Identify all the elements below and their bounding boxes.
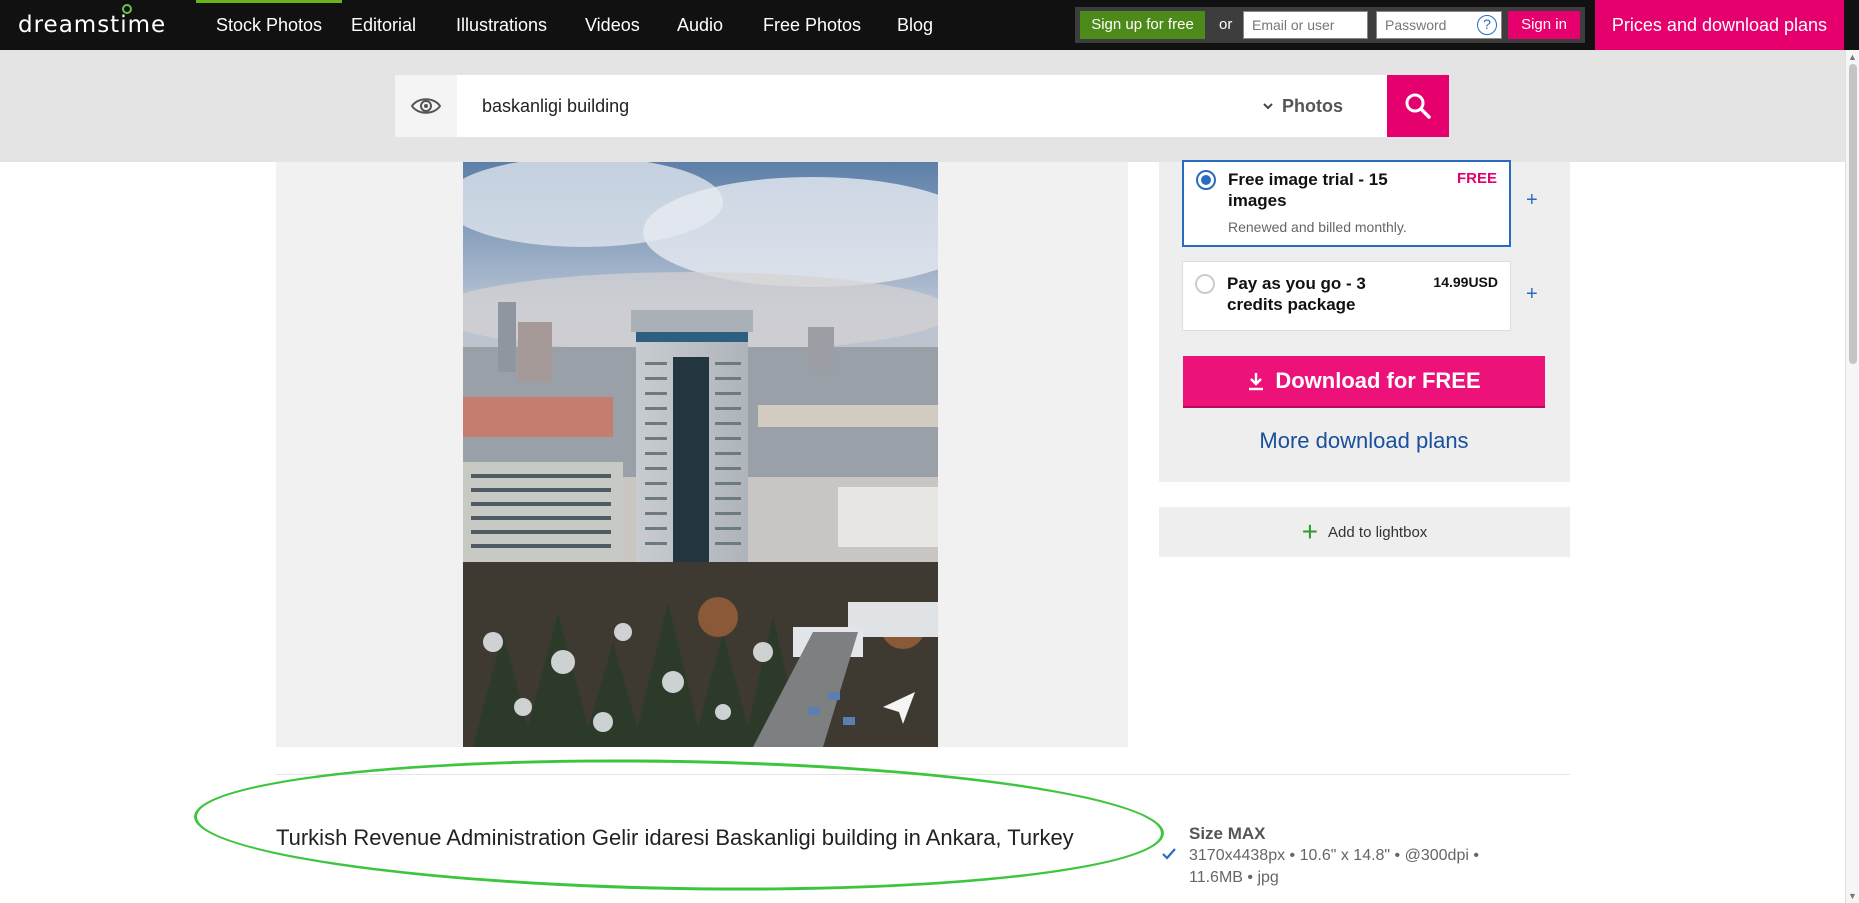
page: dreamstime Stock Photos Editorial Illust… — [0, 0, 1859, 903]
prices-plans-button[interactable]: Prices and download plans — [1595, 0, 1844, 50]
search-input[interactable] — [457, 75, 1389, 137]
help-icon[interactable]: ? — [1477, 15, 1497, 35]
email-input[interactable] — [1243, 11, 1368, 39]
plan-free-trial-radio[interactable] — [1196, 170, 1216, 190]
size-label: Size MAX — [1189, 824, 1266, 843]
plan-free-trial-title: Free image trial - 15 images — [1228, 170, 1388, 210]
plan-free-trial-plus-icon[interactable]: + — [1526, 189, 1538, 212]
eye-icon[interactable] — [395, 75, 457, 137]
nav-blog[interactable]: Blog — [877, 0, 953, 50]
plan-free-trial[interactable]: Free image trial - 15 images Renewed and… — [1182, 160, 1511, 247]
search-button[interactable] — [1387, 75, 1449, 137]
plan-pay-as-you-go-plus-icon[interactable]: + — [1526, 283, 1538, 306]
search-type-dropdown[interactable]: Photos — [1262, 75, 1343, 137]
scroll-down-icon[interactable]: ▼ — [1848, 891, 1857, 901]
nav-videos[interactable]: Videos — [565, 0, 660, 50]
size-details: 3170x4438px • 10.6" x 14.8" • @300dpi • … — [1189, 847, 1479, 886]
photo-title: Turkish Revenue Administration Gelir ida… — [276, 825, 1074, 850]
nav-illustrations[interactable]: Illustrations — [436, 0, 567, 50]
plan-pay-as-you-go-title: Pay as you go - 3 credits package — [1227, 274, 1366, 314]
search-icon — [1405, 93, 1431, 119]
plan-free-trial-subtitle: Renewed and billed monthly. — [1228, 219, 1407, 235]
nav-free-photos[interactable]: Free Photos — [743, 0, 881, 50]
search-type-label: Photos — [1282, 96, 1343, 116]
logo-swirl-icon — [122, 4, 132, 14]
check-icon — [1162, 848, 1176, 860]
download-label: Download for FREE — [1275, 368, 1481, 393]
dreamstime-logo[interactable]: dreamstime — [18, 4, 167, 38]
plan-pay-as-you-go[interactable]: Pay as you go - 3 credits package 14.99U… — [1182, 261, 1511, 331]
or-label: or — [1219, 16, 1233, 33]
top-navigation: dreamstime Stock Photos Editorial Illust… — [0, 0, 1859, 50]
add-to-lightbox-button[interactable]: + Add to lightbox — [1159, 507, 1570, 557]
plan-free-trial-price: FREE — [1456, 170, 1497, 187]
logo-text: dreamstime — [18, 12, 167, 38]
plan-pay-as-you-go-price: 14.99USD — [1433, 274, 1498, 290]
scroll-up-icon[interactable]: ▲ — [1848, 52, 1857, 62]
nav-audio[interactable]: Audio — [657, 0, 743, 50]
sign-up-button[interactable]: Sign up for free — [1080, 11, 1205, 39]
add-to-lightbox-label: Add to lightbox — [1328, 523, 1428, 541]
download-arrow-icon — [1249, 373, 1264, 391]
download-for-free-button[interactable]: Download for FREE — [1183, 356, 1545, 406]
nav-editorial[interactable]: Editorial — [331, 0, 436, 50]
stock-photo[interactable] — [463, 162, 938, 747]
plan-pay-as-you-go-radio[interactable] — [1195, 274, 1215, 294]
sign-in-button[interactable]: Sign in — [1508, 11, 1580, 39]
chevron-down-icon — [1263, 103, 1273, 110]
nav-stock-photos[interactable]: Stock Photos — [196, 0, 343, 50]
plus-icon: + — [1301, 516, 1319, 547]
page-scrollbar[interactable]: ▲ ▼ — [1845, 50, 1859, 903]
more-download-plans-link[interactable]: More download plans — [1183, 428, 1545, 454]
scroll-thumb[interactable] — [1849, 64, 1857, 364]
